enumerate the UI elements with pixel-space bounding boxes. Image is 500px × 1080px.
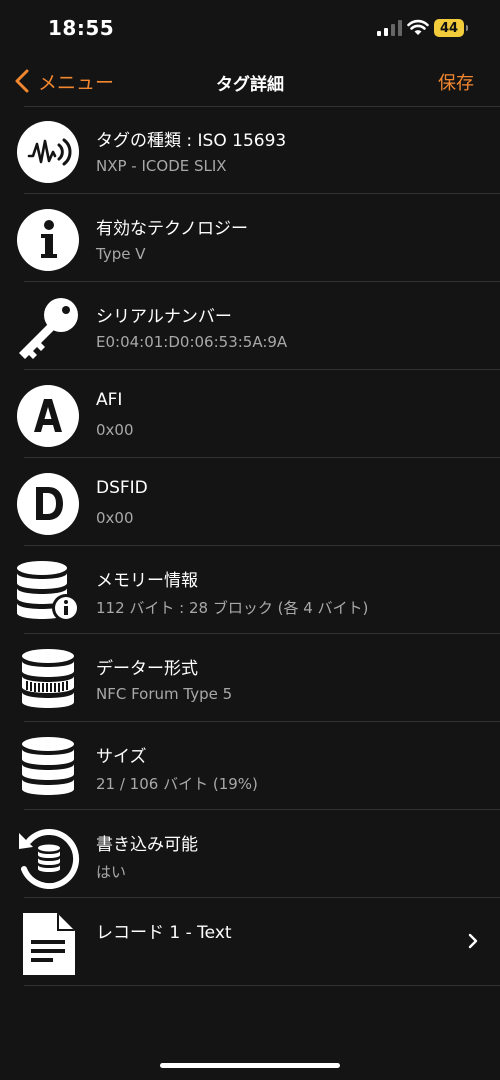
- navigation-bar: メニュー タグ詳細 保存: [0, 56, 500, 106]
- item-title: 有効なテクノロジー: [96, 219, 248, 239]
- list-item-memory-info: メモリー情報 112 バイト : 28 ブロック (各 4 バイト): [0, 546, 500, 634]
- chevron-right-icon: [468, 933, 478, 949]
- item-title: シリアルナンバー: [96, 307, 232, 327]
- item-title: メモリー情報: [96, 571, 198, 591]
- status-bar: 18:55 44: [0, 0, 500, 56]
- info-icon: [15, 207, 81, 273]
- list-item-dsfid: DSFID 0x00: [0, 458, 500, 546]
- letter-a-icon: [15, 383, 81, 449]
- letter-d-icon: [15, 471, 81, 537]
- database-info-icon: [15, 559, 81, 625]
- status-time: 18:55: [48, 16, 115, 40]
- list-item-size: サイズ 21 / 106 バイト (19%): [0, 722, 500, 810]
- item-title: 書き込み可能: [96, 835, 198, 855]
- cellular-signal-icon: [377, 20, 402, 36]
- item-value: 0x00: [96, 509, 134, 527]
- item-value: 0x00: [96, 421, 134, 439]
- item-title: データー形式: [96, 659, 198, 679]
- key-icon: [15, 295, 81, 361]
- item-value: NFC Forum Type 5: [96, 685, 233, 703]
- item-value: E0:04:01:D0:06:53:5A:9A: [96, 333, 288, 351]
- item-title: DSFID: [96, 478, 148, 498]
- item-title: AFI: [96, 390, 123, 410]
- tag-details-list: タグの種類 : ISO 15693 NXP - ICODE SLIX 有効なテク…: [0, 106, 500, 986]
- document-icon: [15, 911, 81, 977]
- list-item-technology: 有効なテクノロジー Type V: [0, 194, 500, 282]
- item-value: はい: [96, 863, 127, 881]
- item-title: タグの種類 : ISO 15693: [96, 131, 287, 151]
- item-value: 21 / 106 バイト (19%): [96, 775, 258, 793]
- list-item-serial-number: シリアルナンバー E0:04:01:D0:06:53:5A:9A: [0, 282, 500, 370]
- save-button[interactable]: 保存: [438, 69, 474, 95]
- list-item-writable: 書き込み可能 はい: [0, 810, 500, 898]
- list-item-data-format: データー形式 NFC Forum Type 5: [0, 634, 500, 722]
- item-title: サイズ: [96, 747, 147, 767]
- page-title: タグ詳細: [216, 75, 284, 95]
- nfc-tag-icon: [15, 119, 81, 185]
- home-indicator[interactable]: [160, 1063, 340, 1068]
- database-format-icon: [15, 647, 81, 713]
- wifi-icon: [407, 19, 429, 35]
- list-item-tag-type: タグの種類 : ISO 15693 NXP - ICODE SLIX: [0, 106, 500, 194]
- database-size-icon: [15, 735, 81, 801]
- writable-icon: [15, 823, 81, 889]
- battery-nub: [466, 25, 468, 31]
- battery-indicator: 44: [434, 19, 464, 37]
- list-item-record-1[interactable]: レコード 1 - Text: [0, 898, 500, 986]
- item-title: レコード 1 - Text: [96, 923, 232, 943]
- item-value: Type V: [96, 245, 146, 263]
- list-item-afi: AFI 0x00: [0, 370, 500, 458]
- item-value: NXP - ICODE SLIX: [96, 157, 227, 175]
- item-value: 112 バイト : 28 ブロック (各 4 バイト): [96, 599, 369, 617]
